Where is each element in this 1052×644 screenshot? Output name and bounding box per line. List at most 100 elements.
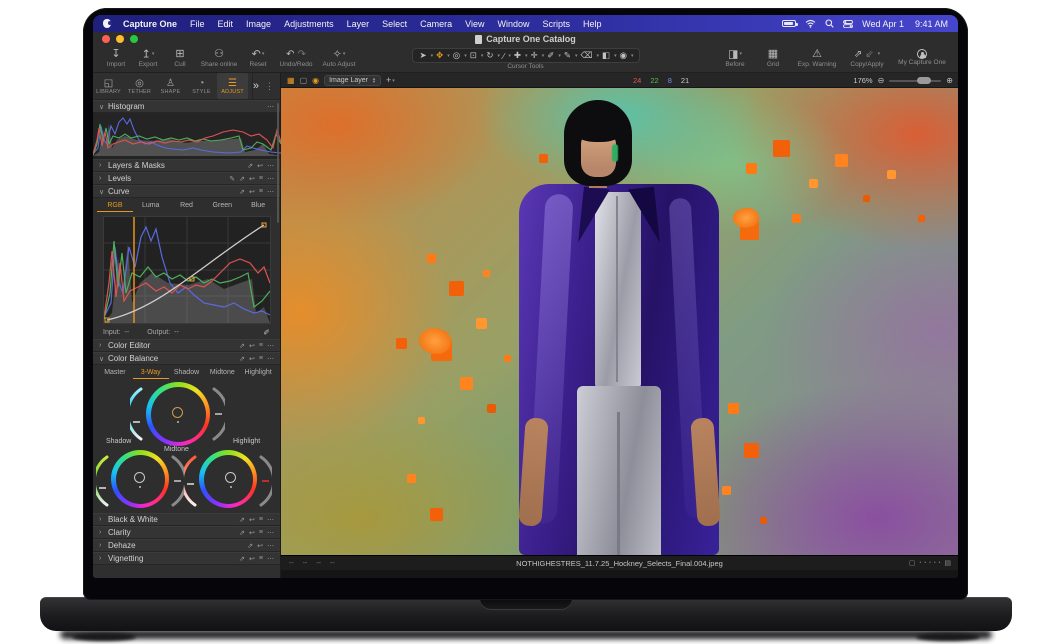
panel-header-levels[interactable]: › Levels ✎⇗↩≡⋯ bbox=[93, 172, 280, 185]
copy-to-icon[interactable]: ⇗ bbox=[239, 355, 245, 363]
tab-tether[interactable]: ◎TETHER bbox=[124, 73, 155, 99]
menu-camera[interactable]: Camera bbox=[420, 19, 452, 29]
reset-icon[interactable]: ↩ bbox=[257, 162, 263, 170]
reset-button[interactable]: ↶▾Reset bbox=[243, 48, 273, 69]
presets-icon[interactable]: ≡ bbox=[259, 529, 263, 537]
shadow-luminance-slider[interactable] bbox=[171, 454, 184, 508]
shadow-indicator[interactable] bbox=[134, 472, 145, 483]
expand-tools-button[interactable]: » bbox=[253, 80, 259, 92]
reset-icon[interactable]: ↩ bbox=[249, 355, 255, 363]
eyedropper-icon[interactable]: ✎ bbox=[229, 175, 235, 183]
curve-editor[interactable] bbox=[103, 216, 271, 324]
more-icon[interactable]: ⋯ bbox=[267, 162, 274, 170]
copy-to-icon[interactable]: ⇗ bbox=[239, 516, 245, 524]
curve-tab-red[interactable]: Red bbox=[169, 200, 205, 211]
zoom-out-icon[interactable]: ⊖ bbox=[878, 76, 885, 85]
presets-icon[interactable]: ≡ bbox=[259, 516, 263, 524]
pan-tool[interactable]: ✥ bbox=[434, 50, 445, 61]
copy-to-icon[interactable]: ⇗ bbox=[239, 342, 245, 350]
menu-scripts[interactable]: Scripts bbox=[543, 19, 571, 29]
zoom-level[interactable]: 176% bbox=[853, 76, 872, 85]
add-layer-button[interactable]: +▾ bbox=[386, 75, 395, 85]
menu-help[interactable]: Help bbox=[583, 19, 602, 29]
before-button[interactable]: ◨▾Before bbox=[720, 48, 750, 69]
curve-tab-green[interactable]: Green bbox=[204, 200, 240, 211]
copy-apply-button[interactable]: ⇗⇙▾Copy/Apply bbox=[846, 48, 888, 69]
proof-view-icon[interactable]: ◉ bbox=[312, 73, 319, 88]
copy-to-icon[interactable]: ⇗ bbox=[239, 555, 245, 563]
copy-to-icon[interactable]: ⇗ bbox=[247, 162, 253, 170]
more-icon[interactable]: ⋯ bbox=[267, 103, 274, 111]
cb-tab-midtone[interactable]: Midtone bbox=[204, 367, 240, 378]
cb-tab-highlight[interactable]: Highlight bbox=[240, 367, 276, 378]
clone-tool[interactable]: ✐ bbox=[545, 50, 556, 61]
copy-to-icon[interactable]: ⇗ bbox=[239, 175, 245, 183]
presets-icon[interactable]: ≡ bbox=[259, 555, 263, 563]
zoom-window-button[interactable] bbox=[130, 35, 138, 43]
presets-icon[interactable]: ≡ bbox=[259, 355, 263, 363]
panel-header-curve[interactable]: ∨ Curve ⇗↩≡⋯ bbox=[93, 185, 280, 198]
highlight-luminance-slider[interactable] bbox=[259, 454, 272, 508]
panel-header-histogram[interactable]: ∨ Histogram ⋯ bbox=[93, 100, 280, 113]
curve-picker-icon[interactable]: ✐ bbox=[263, 328, 270, 337]
menu-select[interactable]: Select bbox=[382, 19, 407, 29]
highlight-indicator[interactable] bbox=[225, 472, 236, 483]
menu-app-name[interactable]: Capture One bbox=[123, 19, 177, 29]
panel-header-black-white[interactable]: › Black & White ⇗↩≡⋯ bbox=[93, 513, 280, 526]
photo-canvas[interactable] bbox=[281, 88, 958, 555]
copy-to-icon[interactable]: ⇗ bbox=[247, 542, 253, 550]
reset-icon[interactable]: ↩ bbox=[249, 529, 255, 537]
presets-icon[interactable]: ≡ bbox=[259, 342, 263, 350]
more-icon[interactable]: ⋯ bbox=[267, 188, 274, 196]
reset-icon[interactable]: ↩ bbox=[257, 542, 263, 550]
highlight-saturation-slider[interactable] bbox=[184, 454, 197, 508]
import-button[interactable]: ↧Import bbox=[101, 48, 131, 69]
cb-tab-3way[interactable]: 3-Way bbox=[133, 367, 169, 379]
menu-date[interactable]: Wed Apr 1 bbox=[862, 19, 904, 29]
menu-view[interactable]: View bbox=[465, 19, 484, 29]
apple-menu-icon[interactable] bbox=[103, 19, 111, 28]
tool-options-button[interactable]: ⋮ bbox=[265, 81, 274, 92]
cb-tab-shadow[interactable]: Shadow bbox=[169, 367, 205, 378]
more-icon[interactable]: ⋯ bbox=[267, 355, 274, 363]
share-online-button[interactable]: ⚇Share online bbox=[197, 48, 241, 69]
draw-mask-tool[interactable]: ✎ bbox=[562, 50, 573, 61]
menu-window[interactable]: Window bbox=[498, 19, 530, 29]
panel-header-layers-masks[interactable]: › Layers & Masks ⇗↩⋯ bbox=[93, 159, 280, 172]
menu-file[interactable]: File bbox=[190, 19, 205, 29]
reset-icon[interactable]: ↩ bbox=[249, 342, 255, 350]
zoom-slider-handle[interactable] bbox=[917, 77, 931, 84]
more-icon[interactable]: ⋯ bbox=[267, 342, 274, 350]
presets-icon[interactable]: ≡ bbox=[259, 188, 263, 196]
close-window-button[interactable] bbox=[102, 35, 110, 43]
presets-icon[interactable]: ≡ bbox=[259, 175, 263, 183]
menu-adjustments[interactable]: Adjustments bbox=[284, 19, 334, 29]
export-button[interactable]: ↥▾Export bbox=[133, 48, 163, 69]
midtone-luminance-slider[interactable] bbox=[212, 386, 225, 442]
auto-adjust-button[interactable]: ✧▾Auto Adjust bbox=[319, 48, 359, 69]
more-icon[interactable]: ⋯ bbox=[267, 175, 274, 183]
straighten-tool[interactable]: ∕ bbox=[501, 51, 506, 61]
menu-image[interactable]: Image bbox=[246, 19, 271, 29]
panel-header-color-editor[interactable]: › Color Editor ⇗↩≡⋯ bbox=[93, 339, 280, 352]
white-balance-picker-tool[interactable]: ◉ bbox=[618, 50, 629, 61]
curve-tab-rgb[interactable]: RGB bbox=[97, 200, 133, 212]
grid-button[interactable]: ▦Grid bbox=[758, 48, 788, 69]
control-center-icon[interactable] bbox=[843, 20, 853, 28]
menu-edit[interactable]: Edit bbox=[218, 19, 234, 29]
cull-button[interactable]: ⊞Cull bbox=[165, 48, 195, 69]
curve-tab-luma[interactable]: Luma bbox=[133, 200, 169, 211]
multi-view-icon[interactable]: ▦ bbox=[287, 73, 295, 88]
crop-tool[interactable]: ⊡ bbox=[468, 50, 479, 61]
rotate-tool[interactable]: ↻ bbox=[484, 50, 495, 61]
zoom-slider[interactable] bbox=[889, 80, 941, 82]
panel-header-dehaze[interactable]: › Dehaze ⇗↩⋯ bbox=[93, 539, 280, 552]
copy-to-icon[interactable]: ⇗ bbox=[239, 529, 245, 537]
reset-icon[interactable]: ↩ bbox=[249, 188, 255, 196]
reset-icon[interactable]: ↩ bbox=[249, 555, 255, 563]
curve-tab-blue[interactable]: Blue bbox=[240, 200, 276, 211]
more-icon[interactable]: ⋯ bbox=[267, 555, 274, 563]
panel-header-clarity[interactable]: › Clarity ⇗↩≡⋯ bbox=[93, 526, 280, 539]
more-icon[interactable]: ⋯ bbox=[267, 516, 274, 524]
midtone-indicator[interactable] bbox=[172, 407, 183, 418]
